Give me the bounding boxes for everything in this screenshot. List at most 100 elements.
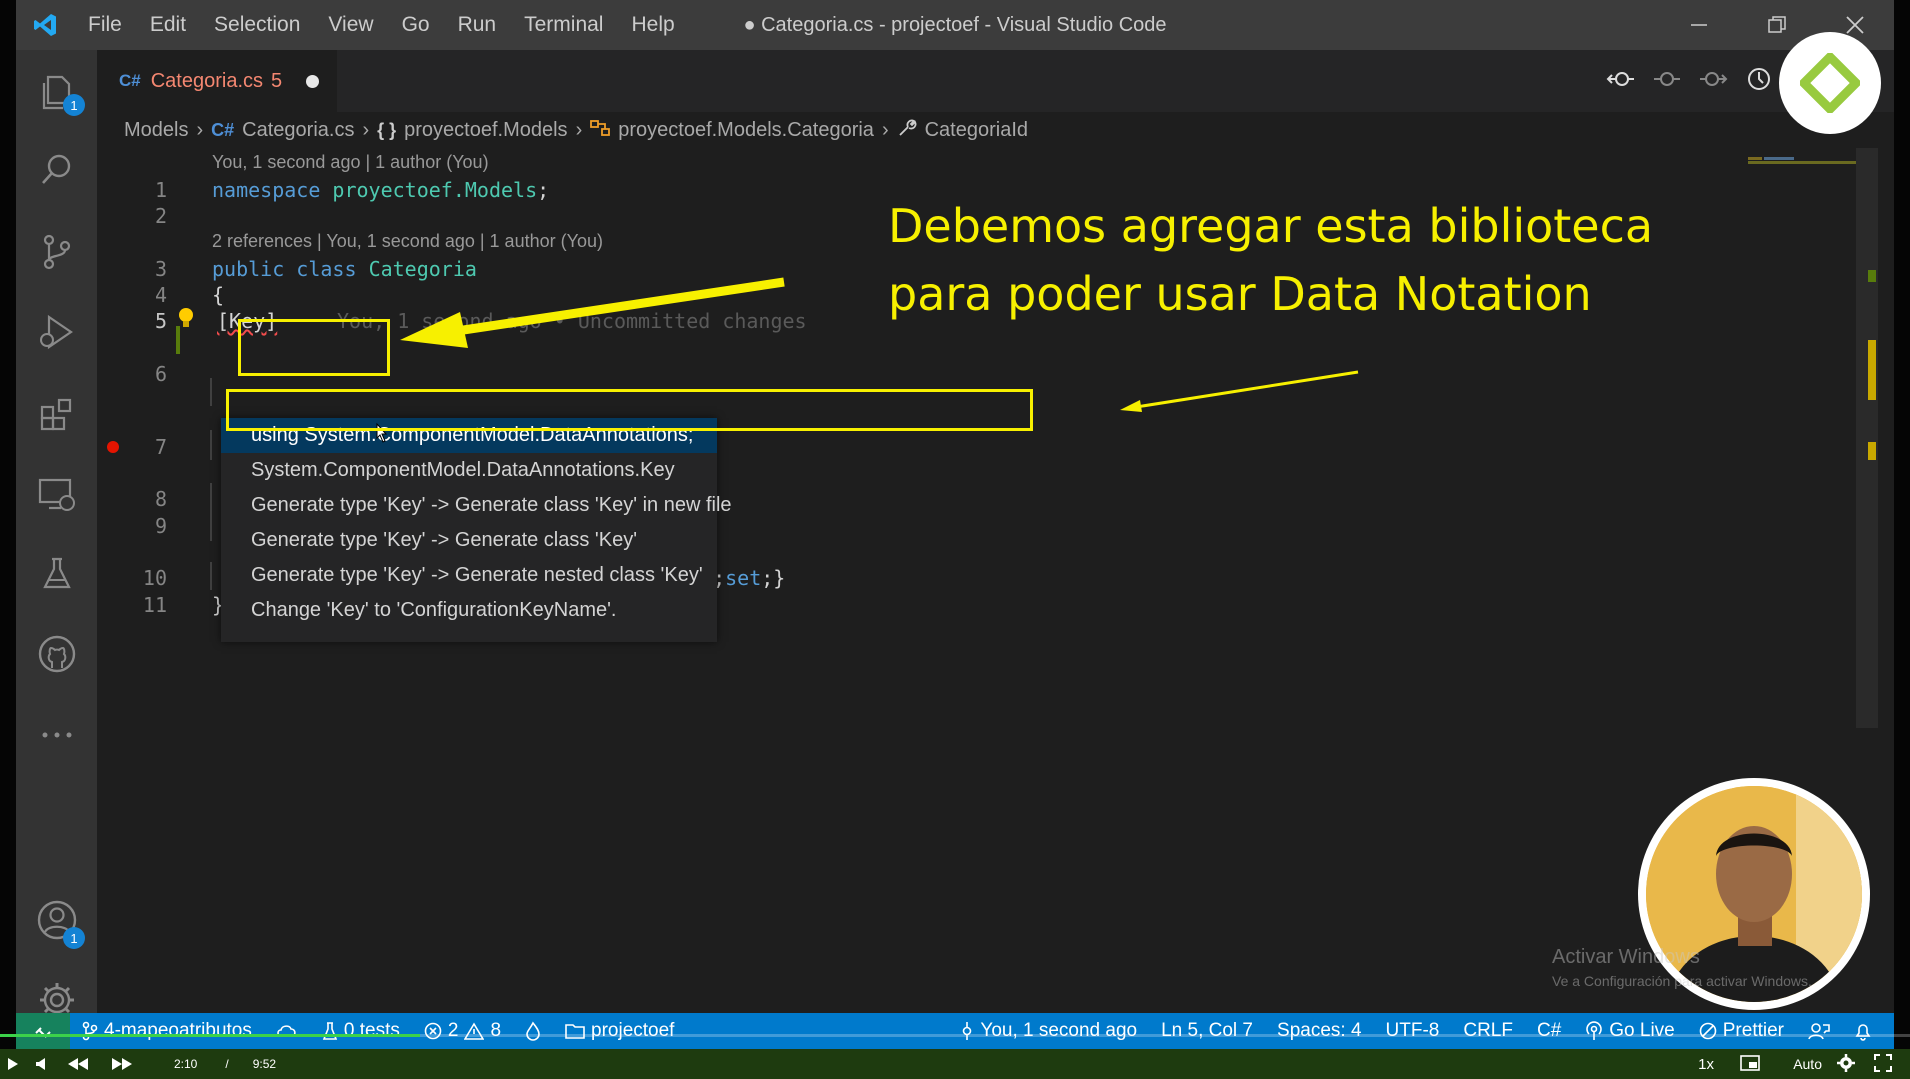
csharp-file-icon: C# <box>211 119 235 140</box>
accounts-button[interactable]: 1 <box>16 890 97 950</box>
indent-guide <box>210 378 212 406</box>
rewind-button[interactable] <box>56 1057 100 1071</box>
prettier-label: Prettier <box>1722 1020 1784 1041</box>
project-name: projectoef <box>591 1020 675 1041</box>
picture-in-picture-button[interactable] <box>1740 1054 1760 1074</box>
chevron-right-icon: › <box>362 118 370 141</box>
video-progress-bar[interactable] <box>0 1034 1910 1037</box>
quick-fix-item[interactable]: Change 'Key' to 'ConfigurationKeyName'. <box>221 593 717 628</box>
line-number: 1 <box>154 178 167 202</box>
problems-indicator[interactable]: 2 8 <box>412 1020 513 1042</box>
live-share-button[interactable] <box>1796 1021 1842 1041</box>
tests-indicator[interactable]: 0 tests <box>310 1020 412 1042</box>
quick-fix-item[interactable]: Generate type 'Key' -> Generate class 'K… <box>221 523 717 558</box>
extensions-button[interactable] <box>16 384 97 444</box>
codelens-references[interactable]: 2 references | You, 1 second ago | 1 aut… <box>212 231 603 252</box>
go-live-button[interactable]: Go Live <box>1573 1020 1686 1042</box>
player-settings-button[interactable] <box>1836 1053 1856 1076</box>
indentation[interactable]: Spaces: 4 <box>1265 1020 1374 1042</box>
annotation-line-2: para poder usar Data Notation <box>888 267 1592 321</box>
breadcrumb-folder[interactable]: Models <box>124 119 188 142</box>
breadcrumb-property[interactable]: CategoriaId <box>925 119 1028 142</box>
csharp-status-button[interactable] <box>513 1021 553 1041</box>
ellipsis-icon <box>42 732 71 738</box>
lightbulb-icon[interactable] <box>177 306 197 335</box>
namespace-icon: { } <box>377 119 397 140</box>
menu-terminal[interactable]: Terminal <box>510 13 617 37</box>
blame-text: You, 1 second ago <box>980 1020 1138 1041</box>
line-number: 7 <box>154 435 167 459</box>
timeline-icon <box>1748 68 1770 90</box>
forward-button[interactable] <box>100 1057 144 1071</box>
branch-indicator[interactable]: 4-mapeoatributos <box>70 1020 264 1042</box>
menu-help[interactable]: Help <box>617 13 688 37</box>
remote-indicator[interactable] <box>16 1013 70 1049</box>
git-commit-button[interactable] <box>1652 64 1682 94</box>
tab-problems-count: 5 <box>271 69 283 92</box>
menu-file[interactable]: File <box>74 13 136 37</box>
sync-button[interactable] <box>264 1022 310 1040</box>
playback-speed[interactable]: 1x <box>1698 1056 1714 1073</box>
source-control-button[interactable] <box>16 222 97 282</box>
menu-selection[interactable]: Selection <box>200 13 314 37</box>
status-bar-right: You, 1 second ago Ln 5, Col 7 Spaces: 4 … <box>948 1013 1884 1049</box>
git-commit-icon <box>963 1022 972 1040</box>
play-button[interactable] <box>0 1057 26 1071</box>
folder-icon <box>565 1024 585 1039</box>
more-views-button[interactable] <box>16 705 97 765</box>
open-timeline-button[interactable] <box>1744 64 1774 94</box>
breadcrumb-file[interactable]: Categoria.cs <box>242 119 354 142</box>
git-blame-status[interactable]: You, 1 second ago <box>948 1020 1149 1042</box>
git-previous-change-button[interactable] <box>1606 64 1636 94</box>
menu-view[interactable]: View <box>314 13 387 37</box>
quick-fix-item[interactable]: System.ComponentModel.DataAnnotations.Ke… <box>221 453 717 488</box>
highlight-box-key <box>238 319 390 376</box>
warning-icon <box>464 1022 485 1040</box>
language-mode[interactable]: C# <box>1525 1020 1573 1042</box>
accounts-badge: 1 <box>63 927 85 949</box>
codelens-blame[interactable]: You, 1 second ago | 1 author (You) <box>212 152 489 173</box>
run-debug-button[interactable] <box>16 302 97 362</box>
annotation-arrow-icon <box>1120 370 1359 412</box>
branch-name: 4-mapeoatributos <box>104 1020 252 1041</box>
overview-ruler-mark <box>1868 442 1876 460</box>
prettier-button[interactable]: Prettier <box>1687 1020 1796 1042</box>
menu-run[interactable]: Run <box>444 13 511 37</box>
breadcrumb-namespace[interactable]: proyectoef.Models <box>404 119 567 142</box>
quick-fix-item[interactable]: Generate type 'Key' -> Generate nested c… <box>221 558 717 593</box>
video-time-separator: / <box>225 1057 229 1071</box>
minimap[interactable] <box>1748 150 1858 164</box>
minimize-button[interactable] <box>1660 0 1738 50</box>
breadcrumb-class[interactable]: proyectoef.Models.Categoria <box>618 119 874 142</box>
fullscreen-button[interactable] <box>1874 1053 1892 1075</box>
video-quality[interactable]: Auto <box>1793 1056 1822 1072</box>
editor-actions <box>1606 64 1774 94</box>
menu-go[interactable]: Go <box>388 13 444 37</box>
vertical-scrollbar[interactable] <box>1856 148 1878 728</box>
line-number: 11 <box>142 593 167 617</box>
cursor-position[interactable]: Ln 5, Col 7 <box>1149 1020 1265 1042</box>
explorer-badge: 1 <box>63 94 85 116</box>
remote-explorer-button[interactable] <box>16 464 97 524</box>
github-button[interactable] <box>16 624 97 684</box>
menu-edit[interactable]: Edit <box>136 13 200 37</box>
picture-in-picture-icon <box>1740 1054 1760 1071</box>
search-button[interactable] <box>16 140 97 200</box>
testing-button[interactable] <box>16 544 97 604</box>
encoding[interactable]: UTF-8 <box>1374 1020 1452 1042</box>
remote-icon <box>35 1027 51 1038</box>
tab-categoria-cs[interactable]: C# Categoria.cs 5 <box>97 50 337 112</box>
rewind-icon <box>68 1058 88 1070</box>
git-next-change-button[interactable] <box>1698 64 1728 94</box>
video-player-controls: 2:10 / 9:52 1x Auto <box>0 1049 1910 1079</box>
project-indicator[interactable]: projectoef <box>553 1020 686 1042</box>
quick-fix-item[interactable]: Generate type 'Key' -> Generate class 'K… <box>221 488 732 523</box>
notifications-button[interactable] <box>1842 1021 1884 1041</box>
end-of-line[interactable]: CRLF <box>1451 1020 1525 1042</box>
volume-button[interactable] <box>26 1057 56 1071</box>
explorer-button[interactable]: 1 <box>16 62 97 122</box>
highlight-box-using <box>226 389 1033 431</box>
status-bar: 4-mapeoatributos 0 tests 2 8 projectoef … <box>16 1013 1894 1049</box>
unsaved-dot-icon[interactable] <box>306 74 320 88</box>
menu-bar: File Edit Selection View Go Run Terminal… <box>74 0 689 50</box>
